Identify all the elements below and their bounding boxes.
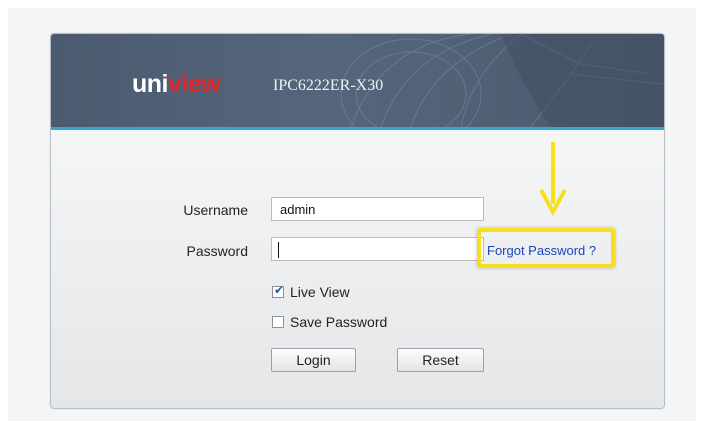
save-password-checkbox[interactable] <box>272 316 284 328</box>
username-input[interactable] <box>271 197 484 221</box>
down-arrow-icon <box>539 142 567 217</box>
device-model-label: IPC6222ER-X30 <box>273 77 384 94</box>
login-panel: uniview IPC6222ER-X30 <box>50 33 665 409</box>
checkmark-icon: ✔ <box>274 283 285 297</box>
logo-text-accent: view <box>168 70 221 98</box>
username-label: Username <box>183 202 248 218</box>
password-input[interactable] <box>271 237 484 261</box>
uniview-logo: uniview <box>132 70 221 98</box>
forgot-password-link[interactable]: Forgot Password ? <box>487 243 596 258</box>
login-button[interactable]: Login <box>271 348 356 372</box>
password-label: Password <box>186 243 248 259</box>
live-view-label[interactable]: Live View <box>290 284 350 300</box>
live-view-checkbox[interactable]: ✔ <box>272 283 285 298</box>
text-cursor <box>278 242 279 258</box>
panel-header: uniview IPC6222ER-X30 <box>51 34 664 130</box>
save-password-label[interactable]: Save Password <box>290 314 387 330</box>
reset-button[interactable]: Reset <box>397 348 484 372</box>
logo-text-main: uni <box>132 70 169 98</box>
